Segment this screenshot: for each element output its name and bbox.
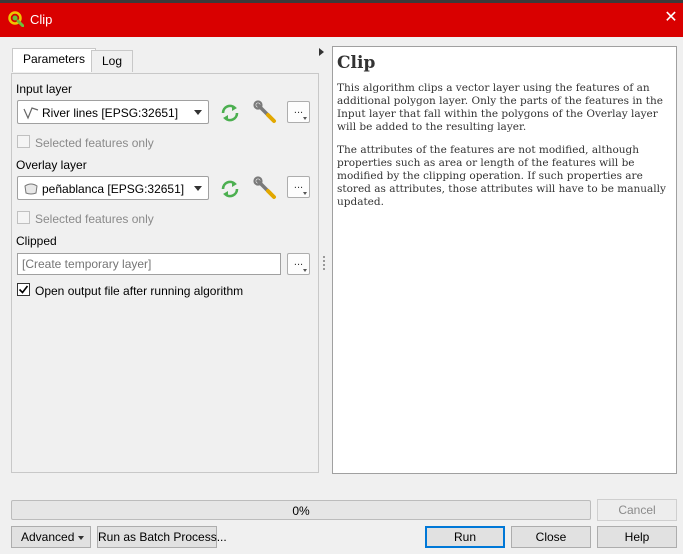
input-selected-only-checkbox[interactable] [17,135,30,148]
caret-icon [303,192,307,195]
progress-text: 0% [292,504,310,518]
help-button[interactable]: Help [597,526,677,548]
help-panel: Clip This algorithm clips a vector layer… [332,46,677,474]
help-title: Clip [337,53,376,73]
tab-parameters[interactable]: Parameters [12,48,97,72]
run-batch-button[interactable]: Run as Batch Process... [97,526,227,548]
input-layer-combo[interactable]: River lines [EPSG:32651] [17,100,209,124]
clipped-output-field[interactable] [17,253,281,275]
overlay-layer-label: Overlay layer [16,158,87,172]
iterate-features-icon[interactable] [218,177,242,201]
cancel-button[interactable]: Cancel [597,499,677,521]
splitter-grip[interactable] [323,256,325,270]
clipped-label: Clipped [16,234,57,248]
tab-log[interactable]: Log [91,50,134,72]
advanced-label: Advanced [21,530,75,544]
advanced-button[interactable]: Advanced [11,526,91,548]
collapse-arrow-icon[interactable] [319,48,324,56]
close-button[interactable]: Close [511,526,591,548]
browse-dots-label: ... [293,256,304,268]
chevron-down-icon [194,186,202,191]
checkmark-icon [18,285,29,294]
caret-icon [303,117,307,120]
overlay-selected-only-checkbox[interactable] [17,211,30,224]
help-paragraph: This algorithm clips a vector layer usin… [337,82,663,133]
caret-icon [303,269,307,272]
polygon-layer-icon [24,183,38,195]
overlay-selected-only-label: Selected features only [35,212,154,226]
window-title: Clip [30,12,53,27]
panel-splitter[interactable] [319,48,328,476]
input-layer-value: River lines [EPSG:32651] [42,106,179,120]
chevron-down-icon [78,536,84,540]
iterate-features-icon[interactable] [218,101,242,125]
browse-dots-label: ... [293,179,304,191]
help-paragraph: The attributes of the features are not m… [337,144,666,208]
run-button[interactable]: Run [425,526,505,548]
browse-dots-label: ... [293,104,304,116]
wrench-icon[interactable] [253,176,277,200]
open-output-checkbox[interactable] [17,283,30,296]
qgis-logo-icon [8,11,24,27]
overlay-layer-combo[interactable]: peñablanca [EPSG:32651] [17,176,209,200]
wrench-icon[interactable] [253,100,277,124]
close-window-icon[interactable]: ✕ [664,10,678,26]
title-bar: Clip ✕ [0,0,683,37]
chevron-down-icon [194,110,202,115]
line-layer-icon [23,107,39,120]
progress-bar: 0% [11,500,591,520]
input-layer-browse-button[interactable]: ... [287,101,310,123]
clipped-browse-button[interactable]: ... [287,253,310,275]
open-output-label: Open output file after running algorithm [35,284,244,298]
overlay-layer-value: peñablanca [EPSG:32651] [42,182,185,196]
input-layer-label: Input layer [16,82,73,96]
input-selected-only-label: Selected features only [35,136,154,150]
overlay-layer-browse-button[interactable]: ... [287,176,310,198]
